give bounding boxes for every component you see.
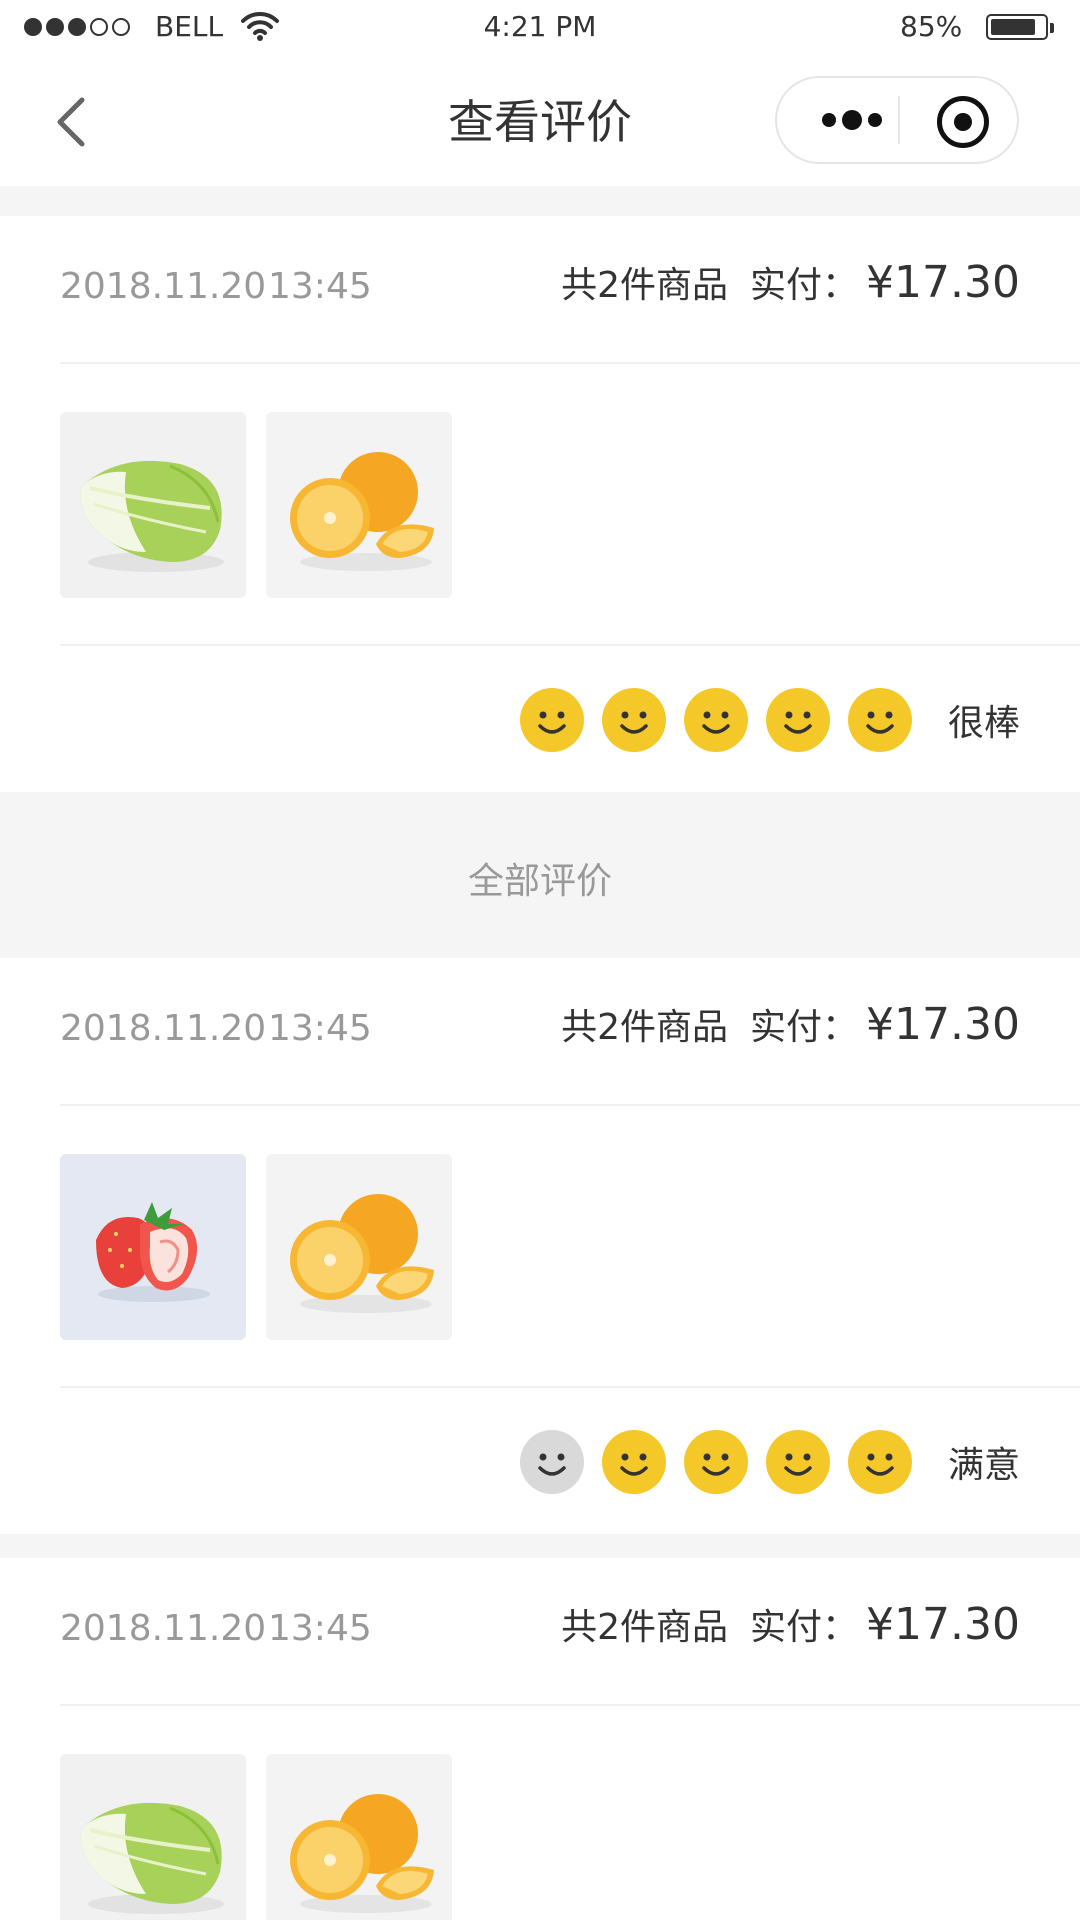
smiley-face-icon[interactable]: [601, 688, 666, 752]
paid-label: 实付：: [750, 1607, 859, 1648]
paid-amount: ¥17.30: [866, 999, 1020, 1050]
battery-level: [991, 19, 1036, 35]
smiley-face-icon[interactable]: [683, 688, 748, 752]
order-header: 2018.11.20 13:45 共2件商品 实付： ¥17.30: [60, 1558, 1020, 1704]
item-count: 共2件商品: [561, 1607, 729, 1648]
record-target-icon[interactable]: [937, 96, 989, 148]
rating-label: 很棒: [947, 703, 1020, 744]
order-time: 13:45: [268, 1608, 372, 1649]
item-count: 共2件商品: [561, 1007, 729, 1048]
smiley-face-icon[interactable]: [601, 1430, 666, 1494]
more-dots-icon[interactable]: [809, 78, 895, 162]
product-image-cabbage[interactable]: [60, 412, 246, 598]
smiley-face-icon[interactable]: [519, 688, 584, 752]
paid-amount: ¥17.30: [866, 1599, 1020, 1650]
item-count: 共2件商品: [561, 265, 729, 306]
product-images: [60, 1154, 452, 1340]
smiley-face-icon[interactable]: [519, 1430, 584, 1494]
capsule-separator: [898, 96, 900, 144]
order-date: 2018.11.20: [60, 266, 267, 307]
battery-percent: 85%: [900, 10, 963, 43]
smiley-face-icon[interactable]: [765, 688, 830, 752]
smiley-face-icon[interactable]: [765, 1430, 830, 1494]
satisfaction-rating: 满意: [502, 1430, 1020, 1494]
paid-label: 实付：: [750, 1007, 859, 1048]
divider-line: [60, 1386, 1080, 1388]
order-date: 2018.11.20: [60, 1008, 267, 1049]
smiley-face-icon[interactable]: [683, 1430, 748, 1494]
divider-line: [60, 1104, 1080, 1106]
order-review-card[interactable]: 2018.11.20 13:45 共2件商品 实付： ¥17.30: [0, 216, 1080, 792]
product-images: [60, 412, 452, 598]
order-date: 2018.11.20: [60, 1608, 267, 1649]
product-image-orange[interactable]: [266, 1154, 452, 1340]
product-image-strawberry[interactable]: [60, 1154, 246, 1340]
order-review-card[interactable]: 2018.11.20 13:45 共2件商品 实付： ¥17.30: [0, 958, 1080, 1534]
battery-cap: [1050, 23, 1054, 33]
order-header: 2018.11.20 13:45 共2件商品 实付： ¥17.30: [60, 958, 1020, 1104]
smiley-face-icon[interactable]: [847, 688, 912, 752]
product-image-orange[interactable]: [266, 412, 452, 598]
order-summary: 共2件商品 实付： ¥17.30: [561, 256, 1020, 308]
product-image-orange[interactable]: [266, 1754, 452, 1920]
paid-label: 实付：: [750, 265, 859, 306]
all-reviews-label: 全部评价: [467, 861, 612, 902]
more-dot: [868, 113, 882, 127]
smiley-face-icon[interactable]: [847, 1430, 912, 1494]
order-review-card[interactable]: 2018.11.20 13:45 共2件商品 实付： ¥17.30: [0, 1558, 1080, 1920]
order-time: 13:45: [268, 266, 372, 307]
satisfaction-rating: 很棒: [502, 688, 1020, 752]
battery-icon: [986, 14, 1054, 40]
order-time: 13:45: [268, 1008, 372, 1049]
status-bar: BELL 4:21 PM 85%: [0, 0, 1080, 56]
mini-program-capsule: [775, 76, 1019, 164]
divider-line: [60, 1704, 1080, 1706]
more-dot: [822, 113, 836, 127]
more-dot: [842, 110, 862, 130]
product-image-cabbage[interactable]: [60, 1754, 246, 1920]
rating-label: 满意: [947, 1445, 1020, 1486]
paid-amount: ¥17.30: [866, 257, 1020, 308]
order-header: 2018.11.20 13:45 共2件商品 实付： ¥17.30: [60, 216, 1020, 362]
divider-line: [60, 362, 1080, 364]
navigation-bar: 查看评价: [0, 56, 1080, 186]
divider-line: [60, 644, 1080, 646]
order-summary: 共2件商品 实付： ¥17.30: [561, 998, 1020, 1050]
section-divider: 全部评价: [0, 792, 1080, 958]
order-summary: 共2件商品 实付： ¥17.30: [561, 1598, 1020, 1650]
product-images: [60, 1754, 452, 1920]
